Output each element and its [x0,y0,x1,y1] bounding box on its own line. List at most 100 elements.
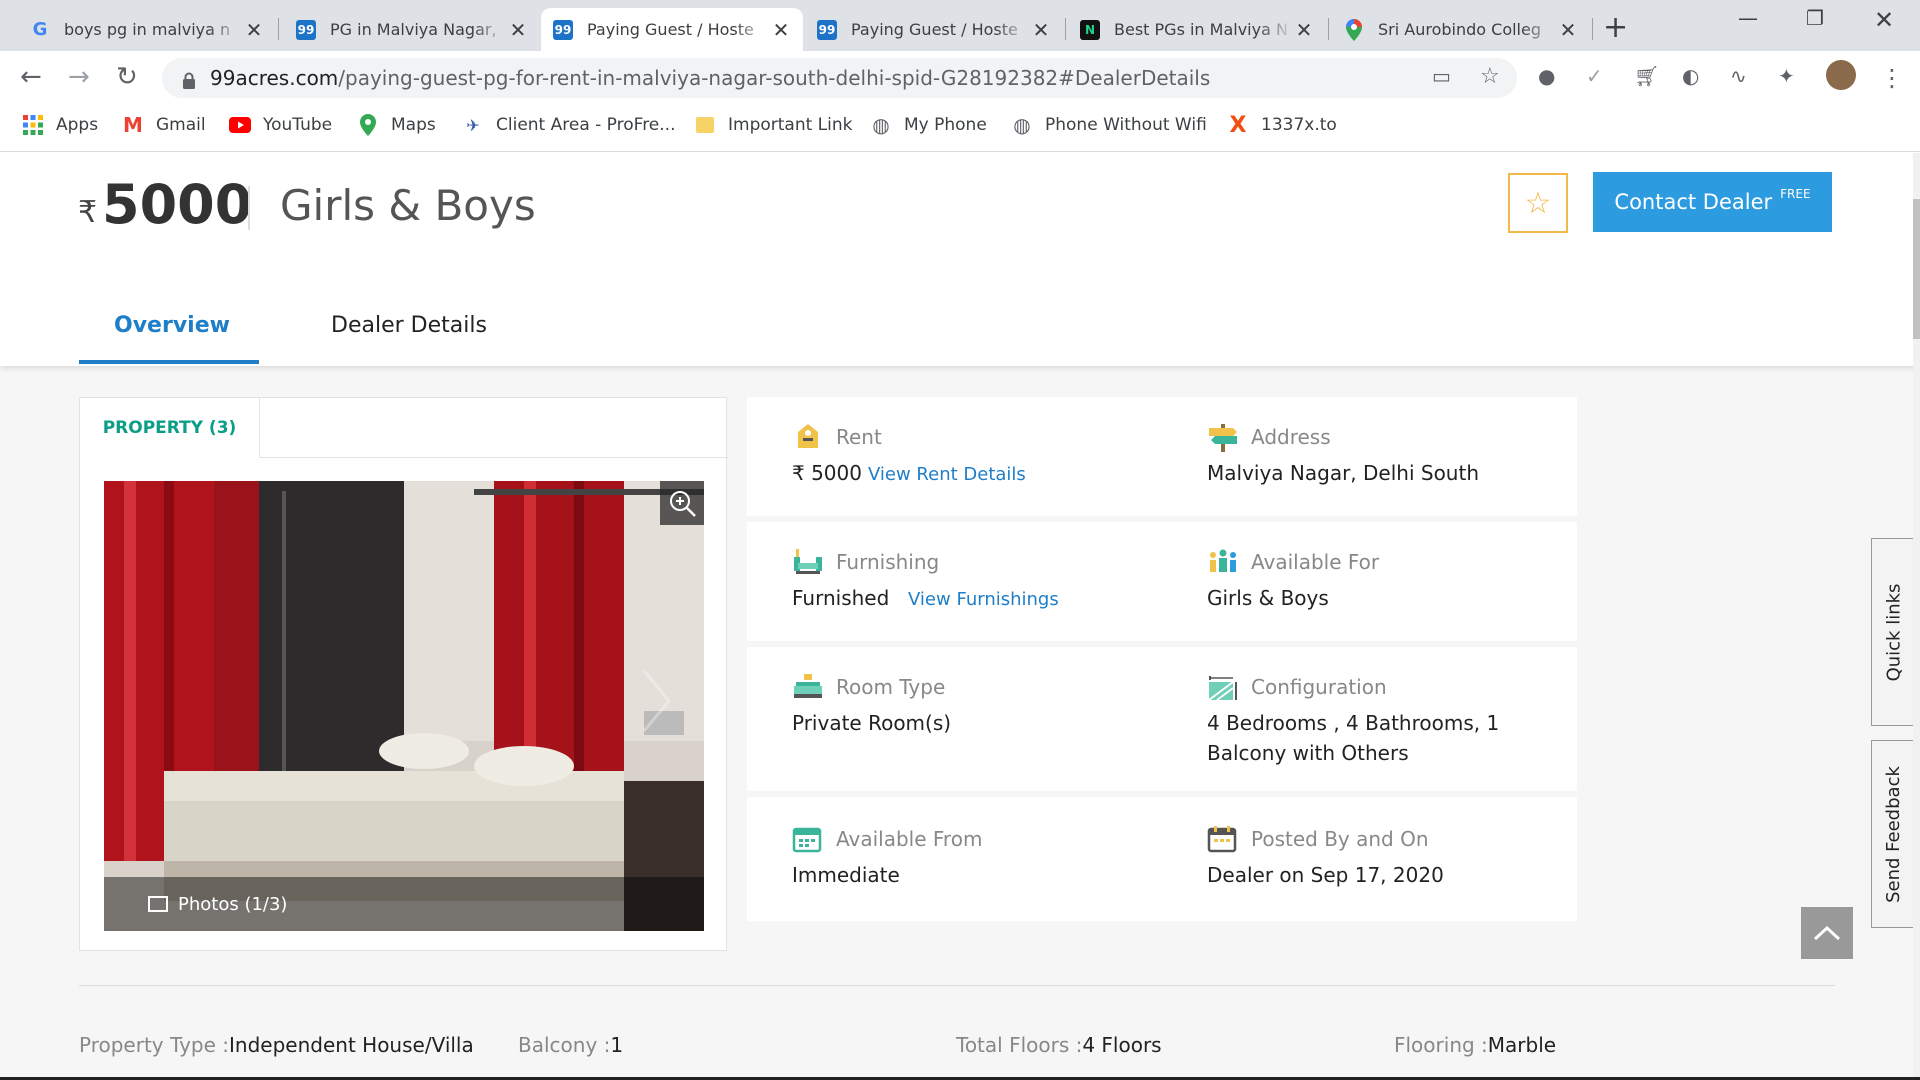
browser-tab-1[interactable]: G boys pg in malviya n ✕ [18,8,276,51]
rupee-symbol: ₹ [78,195,98,230]
star-icon: ☆ [1524,185,1552,221]
back-button[interactable]: ← [20,62,42,92]
maps-icon [357,114,379,136]
apps-grid-icon [22,114,44,136]
configuration-detail: Configuration 4 Bedrooms , 4 Bathrooms, … [1207,672,1499,768]
bookmark-phone-without-wifi[interactable]: ◍ Phone Without Wifi [1011,113,1207,137]
browser-menu-icon[interactable]: ⋮ [1880,64,1904,92]
lock-icon [182,70,196,89]
sofa-icon [792,547,824,577]
property-tab[interactable]: PROPERTY (3) [80,398,260,458]
browser-tab-6[interactable]: Sri Aurobindo Colleg ✕ [1332,8,1590,51]
profreehost-icon: ✈ [466,115,480,135]
active-tab-indicator [79,360,259,364]
bookmark-important-link[interactable]: Important Link [694,114,853,136]
close-tab-icon[interactable]: ✕ [1294,18,1314,42]
photos-count-bar[interactable]: Photos (1/3) [104,877,704,931]
cart-extension-icon[interactable]: 🛒︎ [1634,64,1659,88]
tab-overview[interactable]: Overview [114,313,230,338]
folder-icon [694,114,716,136]
close-tab-icon[interactable]: ✕ [508,18,528,42]
bookmark-maps[interactable]: Maps [357,114,436,136]
scrollbar-thumb[interactable] [1913,199,1920,339]
spec-total-floors: Total Floors :4 Floors [956,1033,1162,1057]
reload-button[interactable]: ↻ [116,62,138,92]
tab-dealer-details[interactable]: Dealer Details [331,313,487,338]
view-furnishings-link[interactable]: View Furnishings [908,589,1059,610]
property-photo[interactable]: Photos (1/3) [104,481,704,931]
forward-button[interactable]: → [68,62,90,92]
cookie-extension-icon[interactable]: ● [1538,64,1555,88]
page-scrollbar[interactable] [1913,153,1920,1080]
browser-tab-2[interactable]: 99 PG in Malviya Nagar, ✕ [284,8,540,51]
browser-tab-5[interactable]: N Best PGs in Malviya N ✕ [1068,8,1326,51]
99acres-icon: 99 [817,19,837,40]
pulse-extension-icon[interactable]: ∿ [1730,64,1747,88]
close-tab-icon[interactable]: ✕ [244,18,264,42]
send-feedback-tab[interactable]: Send Feedback [1871,740,1915,928]
header-divider [248,186,250,230]
section-divider [79,985,1835,986]
available-from-detail: Available From Immediate [792,824,982,890]
view-rent-details-link[interactable]: View Rent Details [868,464,1026,485]
shortlist-button[interactable]: ☆ [1508,173,1568,233]
contact-dealer-button[interactable]: Contact Dealer FREE [1593,172,1832,232]
bed-icon [792,672,824,702]
property-card: PROPERTY (3) Photos (1/3) [79,397,728,951]
browser-tab-4[interactable]: 99 Paying Guest / Hoste ✕ [805,8,1063,51]
window-close-button[interactable]: ✕ [1874,6,1894,34]
room-type-detail: Room Type Private Room(s) [792,672,951,738]
quick-links-tab[interactable]: Quick links [1871,538,1915,726]
tab-separator [1592,18,1593,40]
zoom-in-icon [670,491,696,517]
bookmark-client-area[interactable]: ✈ Client Area - ProFre... [462,114,675,136]
tab-separator [1065,18,1066,40]
property-tab-underline [260,457,728,458]
page-content: ₹ 5000 Girls & Boys ☆ Contact Dealer FREE… [0,153,1920,1080]
calendar-icon [792,824,824,854]
scroll-to-top-button[interactable] [1801,907,1853,959]
1337x-icon: X [1229,112,1247,138]
zoom-button[interactable] [660,481,704,525]
free-badge: FREE [1780,187,1811,201]
listing-header: ₹ 5000 Girls & Boys ☆ Contact Dealer FREE… [0,153,1918,366]
tab-separator [278,18,279,40]
minimize-button[interactable]: — [1738,6,1758,30]
gmail-icon: M [123,113,143,137]
nobroker-icon: N [1080,19,1100,40]
bookmark-star-icon[interactable]: ☆ [1480,64,1500,89]
maps-pin-icon [1344,18,1364,41]
sync-extension-icon[interactable]: ◐ [1682,64,1699,88]
bookmark-apps[interactable]: Apps [22,114,98,136]
install-app-icon[interactable]: ▭ [1432,64,1451,88]
globe-icon: ◍ [872,113,890,137]
bookmark-youtube[interactable]: YouTube [229,114,332,136]
rent-detail: Rent ₹ 5000 View Rent Details [792,422,1026,490]
browser-tab-3-active[interactable]: 99 Paying Guest / Hoste ✕ [541,8,803,51]
99acres-icon: 99 [296,19,316,40]
furnishing-detail: Furnishing Furnished View Furnishings [792,547,1059,615]
check-extension-icon[interactable]: ✓ [1586,64,1603,88]
spec-property-type: Property Type :Independent House/Villa [79,1033,474,1057]
new-tab-button[interactable]: + [1603,10,1628,45]
close-tab-icon[interactable]: ✕ [1031,18,1051,42]
close-tab-icon[interactable]: ✕ [1558,18,1578,42]
bookmark-gmail[interactable]: M Gmail [122,113,206,137]
address-bar[interactable]: 99acres.com/paying-guest-pg-for-rent-in-… [162,58,1517,98]
property-details: Rent ₹ 5000 View Rent Details Address Mal… [747,397,1577,921]
google-icon: G [32,19,48,40]
99acres-icon: 99 [553,19,573,40]
restore-button[interactable]: ❐ [1806,6,1824,30]
profile-avatar[interactable] [1826,60,1856,90]
floorplan-icon [1207,672,1239,702]
posted-by-detail: Posted By and On Dealer on Sep 17, 2020 [1207,824,1444,890]
signpost-icon [1207,422,1239,452]
globe-icon: ◍ [1013,113,1031,137]
listing-price: 5000 [102,173,253,236]
close-tab-icon[interactable]: ✕ [771,18,791,42]
extensions-puzzle-icon[interactable]: ✦ [1778,64,1795,88]
bookmark-1337x[interactable]: X 1337x.to [1227,112,1337,138]
bookmark-my-phone[interactable]: ◍ My Phone [870,113,987,137]
address-detail: Address Malviya Nagar, Delhi South [1207,422,1479,488]
spec-flooring: Flooring :Marble [1394,1033,1557,1057]
